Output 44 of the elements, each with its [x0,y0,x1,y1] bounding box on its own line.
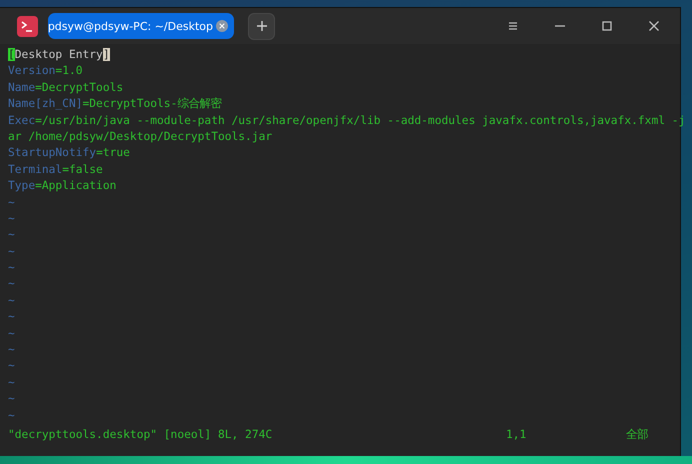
status-message: "decrypttools.desktop" [noeol] 8L, 274C [8,426,274,443]
terminal-tab[interactable]: pdsyw@pdsyw-PC: ~/Desktop [48,13,234,39]
code-text: Terminal [8,162,62,176]
new-tab-button[interactable] [248,12,275,40]
empty-line-marker: ~ [8,244,16,260]
code-text: ar /home/pdsyw/Desktop/DecryptTools.jar [8,130,272,143]
empty-line-marker: ~ [8,391,16,408]
menu-icon [506,20,518,32]
empty-line-marker: ~ [8,342,16,358]
cursor-character: [ [8,48,15,61]
cursor-position: 1,1 [506,426,528,443]
empty-line-marker: ~ [8,374,16,391]
code-text: Name [8,80,36,94]
code-text: =true [96,146,130,160]
code-text: =DecryptTools [35,80,124,94]
code-text: Type [8,179,36,192]
empty-line-marker: ~ [8,408,16,424]
code-text: Desktop Entry [14,48,103,61]
close-icon [219,23,225,29]
empty-line-marker: ~ [8,358,16,374]
empty-line-marker: ~ [8,260,16,276]
plus-icon [256,20,268,32]
code-text: StartupNotify [8,146,96,160]
scroll-indicator: 全部 [626,426,648,443]
code-text: Name[zh_CN] [8,97,83,110]
empty-line-marker: ~ [8,194,16,211]
empty-line-marker: ~ [8,292,16,309]
close-icon [648,20,660,32]
maximize-icon [600,20,612,32]
code-text: Version [8,64,56,78]
tab-close-button[interactable] [216,20,228,32]
code-text: =/usr/bin/java --module-path /usr/share/openjfx/lib --add-modules javafx.controls,javafx.fxml -j [35,114,686,127]
empty-line-marker: ~ [8,309,16,326]
code-text: =Application [35,179,116,192]
code-text: =1.0 [55,64,83,78]
terminal-app-icon [17,16,38,36]
code-text: =DecryptTools-综合解密 [82,97,222,110]
empty-line-marker: ~ [8,276,16,292]
code-text: Exec [8,114,36,127]
matched-bracket: ] [102,48,110,61]
empty-line-marker: ~ [8,210,16,227]
code-text: =false [62,162,103,176]
empty-line-marker: ~ [8,326,16,342]
empty-line-marker: ~ [8,227,16,244]
